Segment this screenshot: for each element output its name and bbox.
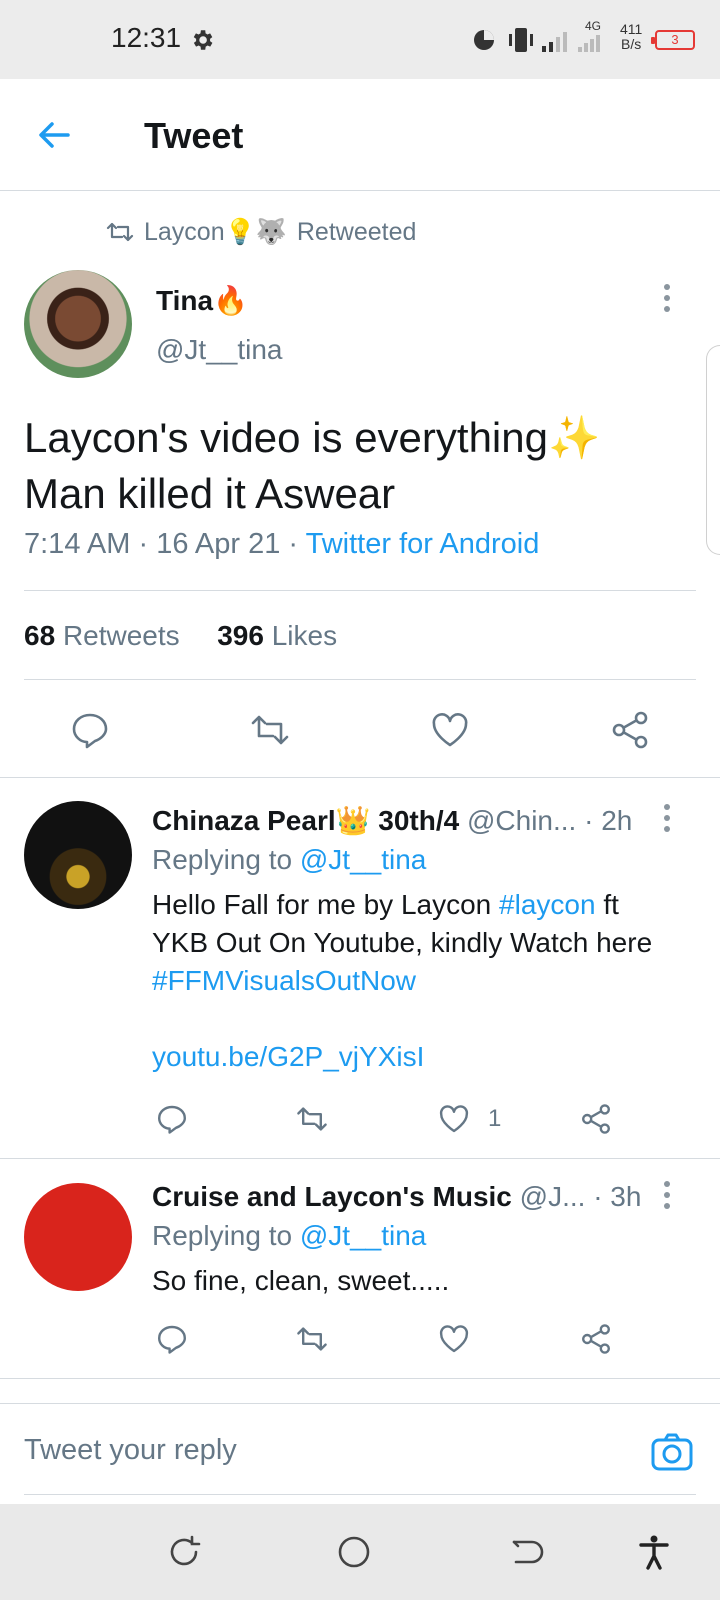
reply-text: So fine, clean, sweet..... xyxy=(152,1265,450,1296)
reply-author-name[interactable]: Cruise and Laycon's Music xyxy=(152,1181,512,1212)
back-arrow-icon[interactable] xyxy=(34,115,74,155)
like-count: 1 xyxy=(488,1105,502,1132)
hashtag-link[interactable]: #FFMVisualsOutNow xyxy=(152,965,416,996)
hashtag-link[interactable]: #laycon xyxy=(499,889,596,920)
camera-icon[interactable] xyxy=(650,1432,694,1472)
avatar[interactable] xyxy=(24,801,132,909)
vibrate-icon xyxy=(509,28,533,52)
page-title: Tweet xyxy=(144,115,244,156)
retweeter-name: Laycon💡🐺 xyxy=(144,217,287,246)
retweets-stat[interactable]: 68 Retweets xyxy=(24,620,180,651)
tweet-time: 7:14 AM xyxy=(24,528,131,560)
reply-icon[interactable] xyxy=(156,1103,188,1135)
reply-icon[interactable] xyxy=(156,1323,188,1355)
retweet-icon[interactable] xyxy=(296,1103,328,1135)
battery-icon: 3 xyxy=(651,30,695,50)
network-speed: 411 B/s xyxy=(620,21,643,52)
retweet-context[interactable]: Laycon💡🐺 Retweeted xyxy=(106,216,416,248)
signal-icon xyxy=(542,32,567,52)
share-icon[interactable] xyxy=(610,710,650,750)
app-header: Tweet xyxy=(0,79,720,191)
divider xyxy=(0,1378,720,1379)
status-bar: 12:31 4G 411 B/s 3 xyxy=(0,0,720,79)
retweet-icon xyxy=(106,222,134,242)
share-icon[interactable] xyxy=(580,1103,612,1135)
status-time: 12:31 xyxy=(111,22,182,53)
signal-icon-2 xyxy=(578,35,600,52)
replying-to: Replying to @Jt__tina xyxy=(152,1220,427,1251)
avatar[interactable] xyxy=(24,1183,132,1291)
divider xyxy=(24,679,696,680)
tweet-source-link[interactable]: Twitter for Android xyxy=(306,528,540,560)
tweet-stats: 68 Retweets 396 Likes xyxy=(24,620,337,652)
reply-icon[interactable] xyxy=(70,710,110,750)
reply-header: Chinaza Pearl👑 30th/4 @Chin... · 2h xyxy=(152,804,632,837)
reply-author-handle[interactable]: @J... xyxy=(520,1181,586,1212)
like-icon[interactable] xyxy=(438,1103,470,1135)
like-icon[interactable] xyxy=(430,710,470,750)
reply-composer: Tweet your reply xyxy=(0,1403,720,1499)
tweet-date: 16 Apr 21 xyxy=(156,528,281,560)
more-icon[interactable] xyxy=(663,284,671,314)
recent-apps-icon[interactable] xyxy=(166,1534,202,1570)
network-type: 4G xyxy=(585,19,602,33)
tweet-meta: 7:14 AM · 16 Apr 21 · Twitter for Androi… xyxy=(24,528,540,560)
retweet-icon[interactable] xyxy=(296,1323,328,1355)
reply-author-name[interactable]: Chinaza Pearl👑 30th/4 xyxy=(152,805,459,836)
back-icon[interactable] xyxy=(508,1534,544,1570)
divider xyxy=(0,777,720,778)
likes-stat[interactable]: 396 Likes xyxy=(217,620,337,651)
share-icon[interactable] xyxy=(580,1323,612,1355)
reply-text: Hello Fall for me by Laycon #laycon ft Y… xyxy=(152,889,653,1072)
divider xyxy=(24,590,696,591)
more-icon[interactable] xyxy=(663,804,671,834)
tweet-text: Laycon's video is everything✨ Man killed… xyxy=(24,414,601,517)
system-nav-bar xyxy=(0,1504,720,1600)
external-link[interactable]: youtu.be/G2P_vjYXisI xyxy=(152,1041,424,1072)
accessibility-icon[interactable] xyxy=(636,1534,672,1570)
data-saver-icon xyxy=(474,30,494,50)
reply-author-handle[interactable]: @Chin... xyxy=(467,805,576,836)
like-icon[interactable] xyxy=(438,1323,470,1355)
gear-icon xyxy=(193,30,213,50)
avatar[interactable] xyxy=(24,270,132,378)
reply-time: · 3h xyxy=(593,1181,642,1212)
author-handle[interactable]: @Jt__tina xyxy=(156,334,283,366)
author-name[interactable]: Tina🔥 xyxy=(156,284,248,317)
divider xyxy=(0,1158,720,1159)
divider xyxy=(24,1494,696,1495)
reply-input[interactable]: Tweet your reply xyxy=(24,1434,237,1467)
replying-to: Replying to @Jt__tina xyxy=(152,844,427,875)
reply-time: · 2h xyxy=(584,805,633,836)
home-icon[interactable] xyxy=(336,1534,372,1570)
edge-panel-handle[interactable] xyxy=(706,345,720,555)
more-icon[interactable] xyxy=(663,1181,671,1211)
retweet-icon[interactable] xyxy=(250,710,290,750)
retweeted-label: Retweeted xyxy=(296,217,417,246)
reply-header: Cruise and Laycon's Music @J... · 3h xyxy=(152,1181,641,1213)
tweet-actions xyxy=(0,700,720,760)
